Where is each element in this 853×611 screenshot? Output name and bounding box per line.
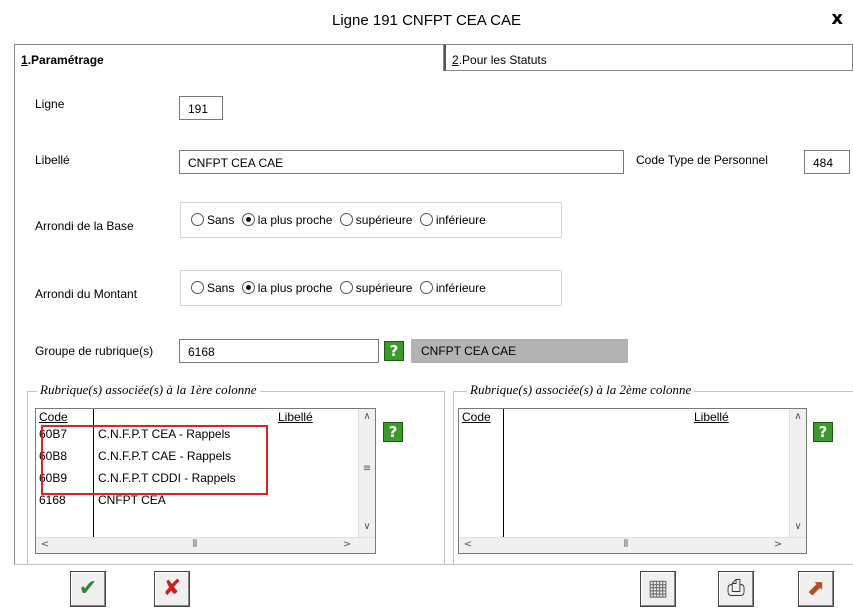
radio-option-sans[interactable]: Sans — [191, 281, 234, 295]
groupe-label: Groupe de rubrique(s) — [35, 344, 154, 358]
tab-parametrage[interactable]: 1.Paramétrage — [14, 44, 444, 71]
radio-label: la plus proche — [257, 281, 333, 295]
ligne-label: Ligne — [35, 97, 65, 111]
tab-pour-les-statuts[interactable]: 2.Pour les Statuts — [444, 44, 853, 71]
scroll-right-icon[interactable]: > — [771, 539, 785, 550]
radio-icon — [419, 213, 433, 226]
radio-option-plus-proche[interactable]: la plus proche — [241, 213, 333, 227]
scroll-down-icon[interactable]: ∨ — [790, 521, 806, 532]
footer-toolbar: ✔ ✘ ▦ ⎙ ⬈ — [14, 564, 853, 611]
list2-title: Rubrique(s) associée(s) à la 2ème colonn… — [467, 382, 695, 398]
radio-label: inférieure — [435, 213, 486, 227]
groupe-libelle-field: CNFPT CEA CAE — [411, 339, 628, 363]
scroll-left-icon[interactable]: < — [461, 539, 475, 550]
list1-title: Rubrique(s) associée(s) à la 1ère colonn… — [37, 382, 260, 398]
scroll-up-icon[interactable]: ∧ — [790, 411, 806, 422]
list1-help-button[interactable]: ? — [383, 422, 403, 442]
radio-label: inférieure — [435, 281, 486, 295]
exit-button[interactable]: ⬈ — [798, 571, 834, 607]
row-code: 6168 — [39, 493, 66, 507]
radio-option-inferieure[interactable]: inférieure — [419, 213, 486, 227]
scroll-thumb-grip-icon[interactable]: ≡ — [359, 463, 375, 474]
scroll-thumb-grip-icon[interactable]: ⦀ — [619, 539, 633, 550]
radio-label: supérieure — [355, 281, 413, 295]
code-type-field[interactable]: 484 — [804, 150, 850, 174]
tab-mnemonic: 2 — [452, 53, 459, 67]
column-header-code[interactable]: Code — [462, 410, 491, 424]
list2-horizontal-scrollbar[interactable]: < ⦀ > — [459, 537, 806, 553]
tab-label: .Pour les Statuts — [458, 53, 547, 67]
help-icon: ? — [818, 423, 828, 441]
tab-mnemonic: 1 — [21, 53, 28, 67]
arrondi-base-label: Arrondi de la Base — [35, 219, 134, 233]
ligne-field[interactable]: 191 — [179, 96, 223, 120]
groupe-field[interactable]: 6168 — [179, 339, 379, 363]
scroll-up-icon[interactable]: ∧ — [359, 411, 375, 422]
help-icon: ? — [388, 423, 398, 441]
tab-label: .Paramétrage — [27, 53, 104, 67]
highlight-box — [41, 425, 268, 495]
window-title: Ligne 191 CNFPT CEA CAE — [332, 12, 521, 29]
scroll-right-icon[interactable]: > — [340, 539, 354, 550]
radio-icon — [419, 281, 433, 294]
code-type-label: Code Type de Personnel — [636, 153, 768, 167]
libelle-field[interactable]: CNFPT CEA CAE — [179, 150, 624, 174]
title-bar: Ligne 191 CNFPT CEA CAE x — [0, 0, 853, 44]
column-header-libelle[interactable]: Libellé — [694, 410, 729, 424]
radio-icon — [191, 281, 204, 294]
close-button[interactable]: x — [807, 0, 853, 44]
cancel-button[interactable]: ✘ — [154, 571, 190, 607]
radio-label: Sans — [207, 281, 235, 295]
scroll-left-icon[interactable]: < — [38, 539, 52, 550]
print-button[interactable]: ⎙ — [718, 571, 754, 607]
radio-label: Sans — [207, 213, 235, 227]
column-header-libelle[interactable]: Libellé — [278, 410, 313, 424]
libelle-label: Libellé — [35, 153, 70, 167]
exit-icon: ⬈ — [806, 576, 826, 601]
list2-vertical-scrollbar[interactable]: ∧ ∨ — [789, 409, 806, 537]
radio-selected-icon — [241, 281, 255, 294]
scroll-thumb-grip-icon[interactable]: ⦀ — [188, 539, 202, 550]
checkmark-icon: ✔ — [78, 576, 98, 601]
list1-horizontal-scrollbar[interactable]: < ⦀ > — [36, 537, 375, 553]
printer-icon: ⎙ — [727, 576, 745, 601]
arrondi-montant-radio-group: Sans la plus proche supérieure inférieur… — [180, 270, 562, 306]
main-panel: 1.Paramétrage 2.Pour les Statuts Ligne 1… — [14, 44, 853, 611]
radio-option-inferieure[interactable]: inférieure — [419, 281, 486, 295]
radio-option-sans[interactable]: Sans — [191, 213, 234, 227]
radio-option-plus-proche[interactable]: la plus proche — [241, 281, 333, 295]
radio-label: la plus proche — [257, 213, 333, 227]
help-icon: ? — [389, 342, 399, 360]
validate-button[interactable]: ✔ — [70, 571, 106, 607]
radio-option-superieure[interactable]: supérieure — [339, 281, 413, 295]
radio-label: supérieure — [355, 213, 413, 227]
list2[interactable]: Code Libellé ∧ ∨ < ⦀ > — [458, 408, 807, 554]
radio-selected-icon — [241, 213, 255, 226]
tab-content: Ligne 191 Libellé CNFPT CEA CAE Code Typ… — [14, 71, 853, 581]
radio-icon — [339, 281, 353, 294]
arrondi-base-radio-group: Sans la plus proche supérieure inférieur… — [180, 202, 562, 238]
list2-help-button[interactable]: ? — [813, 422, 833, 442]
calculator-icon: ▦ — [647, 576, 669, 601]
close-icon: x — [831, 8, 843, 29]
arrondi-montant-label: Arrondi du Montant — [35, 287, 138, 301]
radio-icon — [191, 213, 204, 226]
radio-icon — [339, 213, 353, 226]
column-divider — [503, 409, 504, 537]
cross-icon: ✘ — [162, 576, 182, 601]
calculator-button[interactable]: ▦ — [640, 571, 676, 607]
radio-option-superieure[interactable]: supérieure — [339, 213, 413, 227]
scroll-down-icon[interactable]: ∨ — [359, 521, 375, 532]
list1-vertical-scrollbar[interactable]: ∧ ≡ ∨ — [358, 409, 375, 537]
column-header-code[interactable]: Code — [39, 410, 68, 424]
row-libelle: CNFPT CEA — [98, 493, 166, 507]
groupe-help-button[interactable]: ? — [384, 341, 404, 361]
